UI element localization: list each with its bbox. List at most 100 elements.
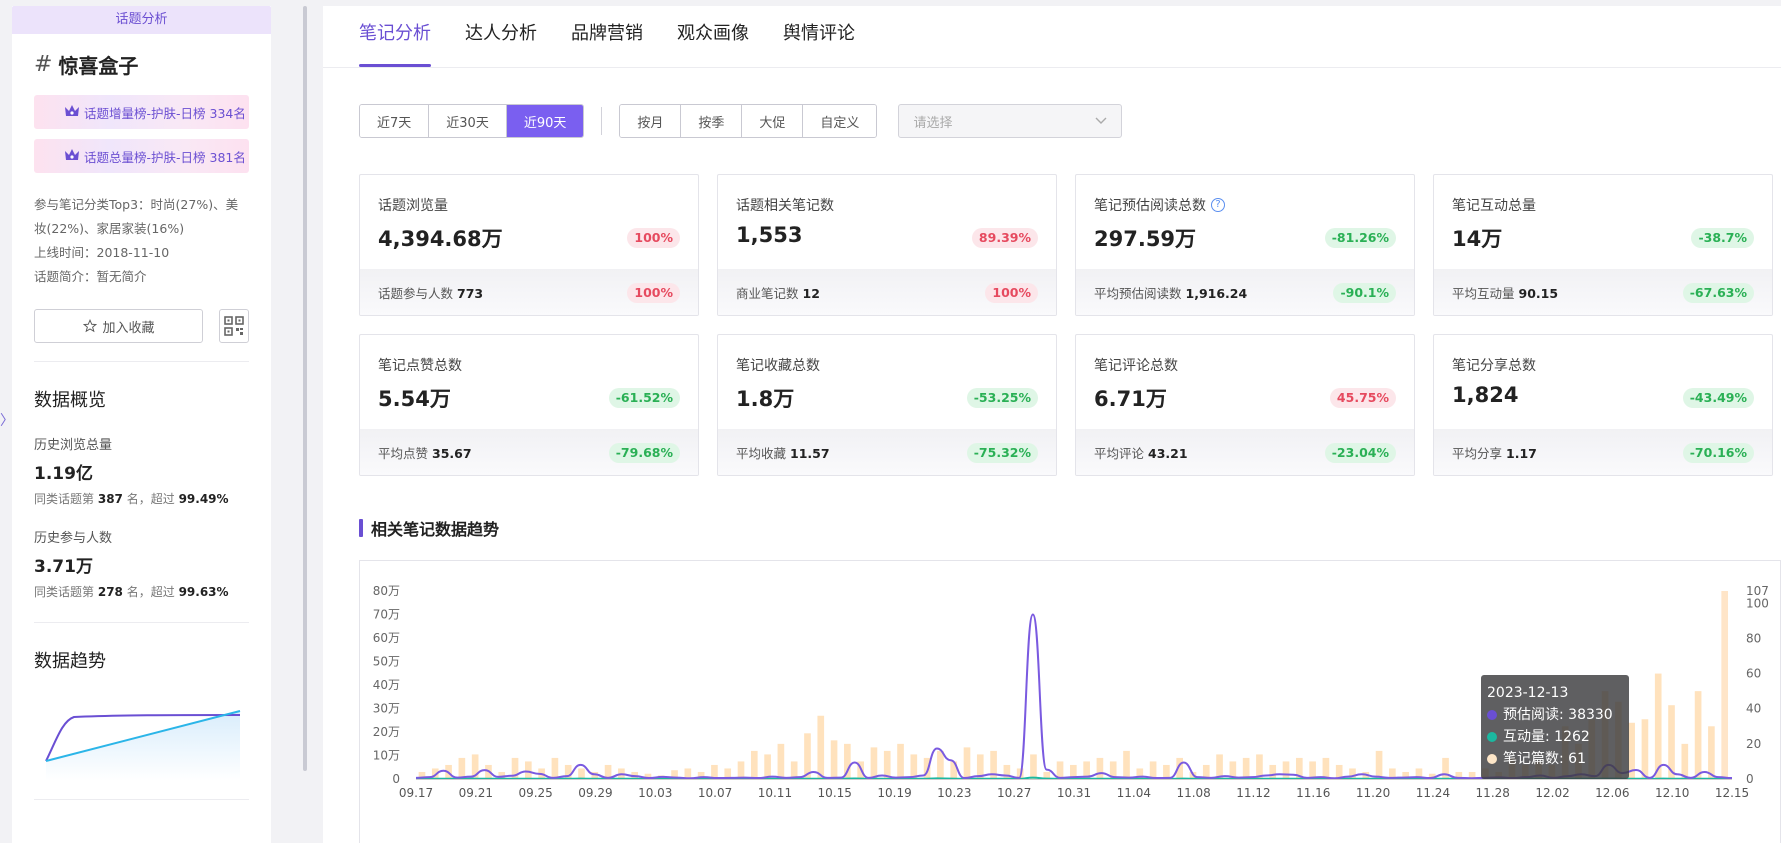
filter-bar: 近7天 近30天 近90天 按月 按季 大促 自定义 请选择	[359, 104, 1123, 138]
x-tick-label: 11.28	[1476, 786, 1510, 800]
online-date: 上线时间：2018-11-10	[34, 245, 170, 260]
by-quarter-button[interactable]: 按季	[681, 105, 743, 137]
chart-tooltip: 2023-12-13 预估阅读: 38330 互动量: 1262 笔记篇数: 6…	[1481, 675, 1629, 779]
notes-bar	[1721, 591, 1729, 779]
tooltip-date: 2023-12-13	[1487, 685, 1569, 701]
filter-separator	[601, 107, 603, 135]
metric-sub-change: -90.1%	[1333, 282, 1396, 303]
history-views-value: 1.19亿	[34, 464, 93, 484]
notes-bar	[578, 768, 585, 779]
metric-title: 笔记收藏总数	[736, 358, 820, 374]
metric-title: 话题浏览量	[378, 198, 448, 214]
metric-title: 话题相关笔记数	[736, 198, 834, 214]
x-tick-label: 11.04	[1117, 786, 1151, 800]
y-left-tick-label: 0	[392, 772, 400, 786]
notes-bar	[750, 750, 758, 779]
range-90d-button[interactable]: 近90天	[506, 105, 584, 137]
y-right-tick-label: 20	[1746, 737, 1761, 751]
notes-bar	[1708, 726, 1715, 779]
qrcode-button[interactable]	[219, 309, 249, 343]
tab-audience-profile[interactable]: 观众画像	[677, 6, 749, 67]
x-tick-label: 12.15	[1715, 786, 1749, 800]
metric-card-est-reads: 笔记预估阅读总数? 297.59万 -81.26% 平均预估阅读数 1,916.24 -9…	[1075, 174, 1415, 316]
y-left-tick-label: 60万	[373, 631, 400, 645]
sidebar-scrollbar[interactable]	[303, 6, 307, 771]
tooltip-row-notes: 笔记篇数: 61	[1487, 748, 1623, 770]
x-tick-label: 09.21	[459, 786, 493, 800]
select-placeholder: 请选择	[913, 115, 953, 131]
notes-bar	[525, 761, 532, 779]
y-right-tick-label: 100	[1746, 596, 1769, 610]
hash-icon: #	[34, 52, 53, 77]
notes-bar	[1641, 719, 1649, 779]
metric-title: 笔记预估阅读总数?	[1094, 195, 1396, 215]
notes-bar	[1269, 764, 1277, 779]
tab-note-analysis[interactable]: 笔记分析	[359, 6, 431, 67]
range-30d-button[interactable]: 近30天	[429, 105, 507, 137]
tab-kol-analysis[interactable]: 达人分析	[465, 6, 537, 67]
tab-brand-marketing[interactable]: 品牌营销	[571, 6, 643, 67]
metric-card-likes: 笔记点赞总数 5.54万 -61.52% 平均点赞 35.67 -79.68%	[359, 334, 699, 476]
add-favorite-button[interactable]: 加入收藏	[34, 309, 204, 343]
overview-title: 数据概览	[34, 390, 106, 411]
metric-sub-row: 平均互动量 90.15 -67.63%	[1434, 269, 1772, 315]
y-right-tick-label: 0	[1746, 772, 1754, 786]
notes-bar	[737, 761, 745, 779]
promotion-button[interactable]: 大促	[742, 105, 804, 137]
x-tick-label: 10.03	[638, 786, 672, 800]
period-segment: 按月 按季 大促 自定义	[619, 104, 878, 138]
period-select[interactable]: 请选择	[898, 104, 1123, 138]
notes-bar	[1216, 754, 1223, 779]
x-tick-label: 10.23	[937, 786, 971, 800]
metric-sub-row: 话题参与人数 773 100%	[360, 269, 698, 315]
x-tick-label: 11.08	[1176, 786, 1210, 800]
range-segment: 近7天 近30天 近90天	[359, 104, 585, 138]
custom-button[interactable]: 自定义	[803, 105, 877, 137]
notes-bar	[1282, 761, 1290, 779]
tooltip-row-reads: 预估阅读: 38330	[1487, 704, 1623, 726]
topic-name: 惊喜盒子	[58, 54, 139, 78]
tooltip-dot	[1487, 732, 1497, 742]
help-icon[interactable]: ?	[1211, 198, 1225, 212]
x-tick-label: 11.16	[1296, 786, 1330, 800]
y-left-tick-label: 40万	[373, 678, 400, 692]
tab-sentiment-comments[interactable]: 舆情评论	[783, 6, 855, 67]
metric-sub: 话题参与人数 773	[378, 286, 484, 301]
metric-sub-row: 平均预估阅读数 1,916.24 -90.1%	[1076, 269, 1414, 315]
notes-bar	[1003, 764, 1011, 779]
x-tick-label: 12.02	[1535, 786, 1569, 800]
history-views-label: 历史浏览总量	[34, 438, 113, 453]
notes-bar	[910, 754, 918, 779]
mini-trend-area	[46, 711, 240, 781]
metric-change: 100%	[627, 228, 680, 248]
metric-sub-change: 100%	[985, 282, 1038, 303]
notes-bar	[1309, 761, 1316, 779]
metric-card-shares: 笔记分享总数 1,824 -43.49% 平均分享 1.17 -70.16%	[1433, 334, 1773, 476]
x-tick-label: 11.24	[1416, 786, 1450, 800]
notes-bar	[1375, 750, 1383, 779]
divider	[34, 799, 249, 800]
mini-trend-chart	[45, 710, 241, 781]
by-month-button[interactable]: 按月	[620, 105, 682, 137]
tooltip-dot	[1487, 710, 1497, 720]
notes-bar	[551, 757, 559, 779]
notes-bar	[1654, 673, 1662, 779]
topic-title: # 惊喜盒子	[34, 50, 271, 79]
notes-bar	[458, 757, 466, 779]
crown-icon	[65, 149, 79, 160]
metric-card-comments: 笔记评论总数 6.71万 45.75% 平均评论 43.21 -23.04%	[1075, 334, 1415, 476]
history-users-label: 历史参与人数	[34, 531, 113, 546]
range-7d-button[interactable]: 近7天	[360, 105, 430, 137]
x-tick-label: 10.27	[997, 786, 1031, 800]
y-left-tick-label: 20万	[373, 725, 400, 739]
metric-change: -38.7%	[1691, 228, 1754, 248]
y-left-tick-label: 70万	[373, 608, 400, 622]
topic-intro: 话题简介：暂无简介	[34, 269, 147, 284]
crown-icon	[65, 105, 79, 116]
metric-sub: 平均收藏 11.57	[736, 446, 830, 461]
notes-bar	[937, 750, 944, 779]
y-right-tick-label: 80	[1746, 631, 1761, 645]
metric-cards: 话题浏览量 4,394.68万 100% 话题参与人数 773 100% 话题相关笔记数 1,…	[359, 174, 1773, 476]
divider	[34, 361, 249, 362]
metric-sub: 平均预估阅读数 1,916.24	[1094, 286, 1248, 301]
